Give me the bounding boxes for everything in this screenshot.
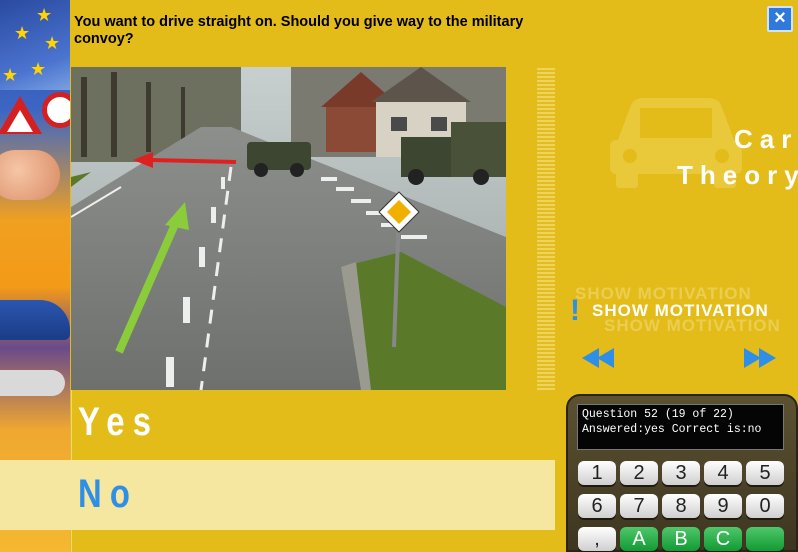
key-1[interactable]: 1 [578,461,616,485]
fast-forward-icon[interactable] [740,346,778,370]
key-9[interactable]: 9 [704,494,742,518]
brand-title-line1: Car [734,124,798,154]
key-a[interactable]: A [620,527,658,551]
decorative-divider [537,68,555,390]
key-7[interactable]: 7 [620,494,658,518]
key-4[interactable]: 4 [704,461,742,485]
key-c[interactable]: C [704,527,742,551]
close-icon: × [774,7,786,29]
star-icon: ★ [30,59,47,79]
show-motivation-label: SHOW MOTIVATION [592,301,769,320]
question-photo [71,67,506,390]
hand-graphic [0,150,60,200]
answer-option-no[interactable]: No [0,460,555,530]
star-icon: ★ [36,5,53,25]
key-enter[interactable] [746,527,784,551]
status-display: Question 52 (19 of 22) Answered:yes Corr… [577,404,784,450]
answer-label: No [78,472,139,516]
question-text: You want to drive straight on. Should yo… [74,14,524,47]
star-icon: ★ [2,65,19,85]
key-0[interactable]: 0 [746,494,784,518]
rewind-icon[interactable] [580,346,618,370]
answer-status: Answered:yes Correct is:no [582,423,762,436]
question-counter: Question 52 (19 of 22) [582,408,734,421]
key-5[interactable]: 5 [746,461,784,485]
answer-option-yes[interactable]: Yes [0,392,555,458]
prohibition-sign-icon [42,92,70,128]
star-icon: ★ [14,23,31,43]
key-8[interactable]: 8 [662,494,700,518]
brand-title-line2: Theory [677,160,798,190]
key-b[interactable]: B [662,527,700,551]
answer-label: Yes [78,400,160,444]
exclamation-icon: ! [570,294,580,327]
key-6[interactable]: 6 [578,494,616,518]
show-motivation-button[interactable]: ! SHOW MOTIVATION [570,296,769,326]
key-comma[interactable]: , [578,527,616,551]
star-icon: ★ [44,33,61,53]
car-graphic [0,300,70,340]
key-3[interactable]: 3 [662,461,700,485]
close-button[interactable]: × [767,6,793,32]
key-2[interactable]: 2 [620,461,658,485]
